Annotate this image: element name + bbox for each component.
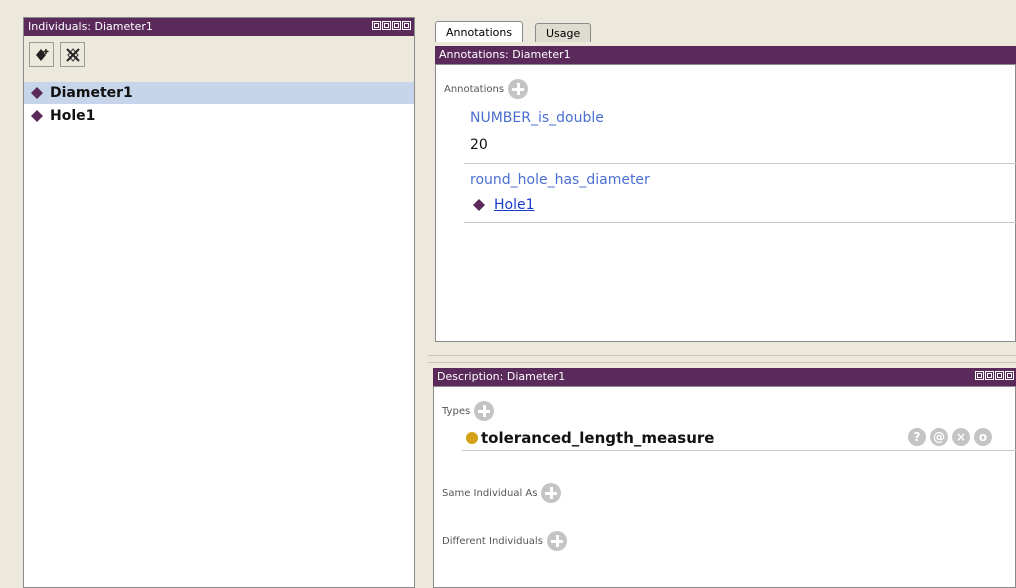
delete-individual-button[interactable] [60, 42, 85, 67]
type-divider [462, 450, 1016, 451]
individual-diamond-icon [31, 110, 43, 122]
add-individual-icon [35, 48, 48, 61]
maximize-icon[interactable] [995, 371, 1004, 380]
individual-item-hole1[interactable]: Hole1 [24, 105, 414, 127]
tab-annotations-label: Annotations [446, 26, 513, 39]
float-icon[interactable] [372, 21, 381, 30]
type-controls: ? @ × o [904, 428, 992, 446]
maximize-icon[interactable] [392, 21, 401, 30]
add-annotation-icon[interactable] [508, 79, 529, 99]
annotation-value: 20 [470, 137, 488, 153]
panel-splitter[interactable] [428, 355, 1016, 363]
add-type-icon[interactable] [474, 401, 495, 421]
individual-label: Diameter1 [50, 85, 133, 101]
window-controls [975, 371, 1014, 380]
individuals-panel-title: Individuals: Diameter1 [28, 20, 153, 33]
tab-usage[interactable]: Usage [535, 23, 592, 42]
annotations-section-label: Annotations [444, 83, 505, 95]
annotations-panel-titlebar: Annotations: Diameter1 [435, 46, 1016, 64]
add-different-individual-icon[interactable] [546, 531, 567, 551]
same-individual-section-header: Same Individual As [442, 483, 562, 503]
annotations-section-header: Annotations [444, 79, 529, 99]
delete-individual-icon [65, 47, 80, 62]
individual-diamond-icon [473, 199, 485, 211]
annotations-panel: Annotations NUMBER_is_double 20 round_ho… [435, 64, 1016, 342]
minimize-icon[interactable] [985, 371, 994, 380]
individual-label: Hole1 [50, 108, 96, 124]
annotation-link-hole1[interactable]: Hole1 [494, 197, 535, 213]
different-individuals-label: Different Individuals [442, 535, 543, 547]
individuals-panel-titlebar: Individuals: Diameter1 [24, 18, 414, 36]
annotation-divider [464, 222, 1016, 223]
annotation-property[interactable]: round_hole_has_diameter [470, 172, 650, 188]
delete-icon[interactable]: × [952, 428, 970, 446]
minimize-icon[interactable] [382, 21, 391, 30]
annotate-icon[interactable]: @ [930, 428, 948, 446]
explain-icon[interactable]: ? [908, 428, 926, 446]
close-icon[interactable] [1005, 371, 1014, 380]
add-same-individual-icon[interactable] [541, 483, 562, 503]
individual-item-diameter1[interactable]: Diameter1 [24, 82, 414, 104]
close-icon[interactable] [402, 21, 411, 30]
individuals-panel: Individuals: Diameter1 Diameter1 Hole1 [23, 17, 415, 588]
description-panel-titlebar: Description: Diameter1 [433, 368, 1016, 386]
add-individual-button[interactable] [29, 42, 54, 67]
type-value: toleranced_length_measure [481, 429, 715, 447]
description-panel-title: Description: Diameter1 [437, 370, 566, 383]
description-panel: Types toleranced_length_measure ? @ × o … [433, 386, 1016, 588]
annotation-divider [464, 163, 1016, 164]
annotations-panel-title: Annotations: Diameter1 [439, 48, 571, 61]
annotation-property[interactable]: NUMBER_is_double [470, 110, 604, 126]
tab-usage-label: Usage [546, 27, 581, 40]
type-row[interactable]: toleranced_length_measure [466, 429, 714, 447]
different-individuals-section-header: Different Individuals [442, 531, 567, 551]
individual-diamond-icon [31, 87, 43, 99]
float-icon[interactable] [975, 371, 984, 380]
annotation-link-row: Hole1 [472, 197, 535, 213]
class-icon [466, 432, 478, 444]
types-section-label: Types [442, 405, 471, 417]
tab-annotations[interactable]: Annotations [435, 21, 524, 42]
edit-icon[interactable]: o [974, 428, 992, 446]
types-section-header: Types [442, 401, 495, 421]
window-controls [372, 21, 411, 30]
same-individual-label: Same Individual As [442, 487, 538, 499]
